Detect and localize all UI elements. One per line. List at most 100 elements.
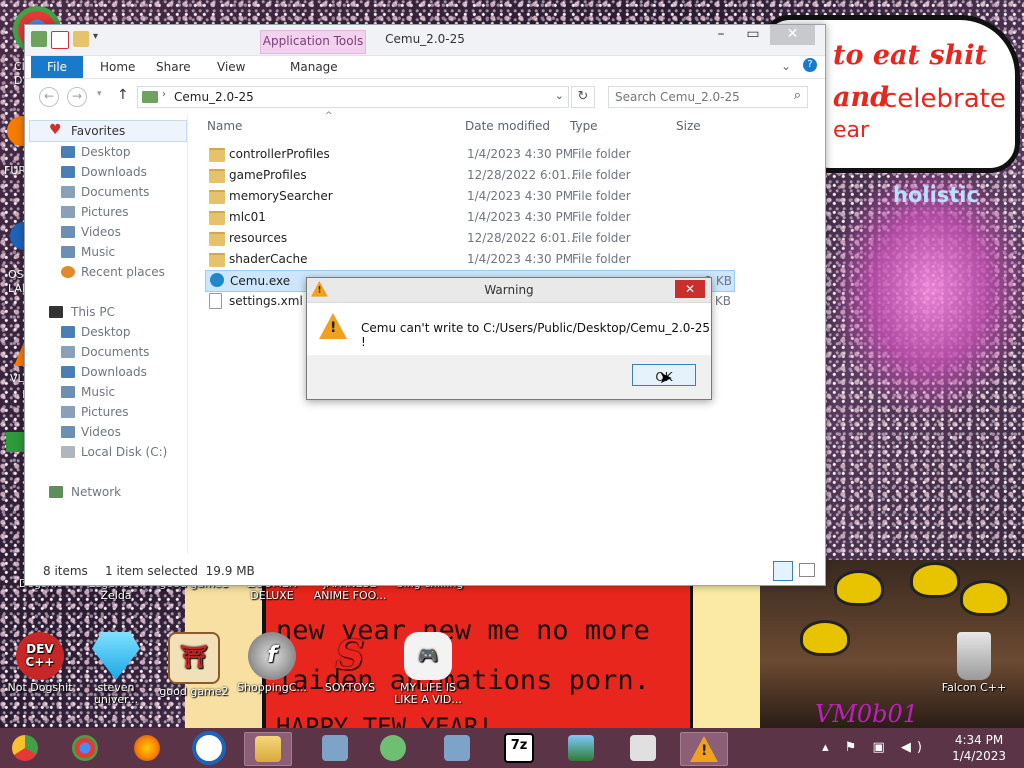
folder-icon [209, 148, 225, 162]
minimize-button[interactable]: – [705, 25, 737, 45]
table-row[interactable]: gameProfiles 12/28/2022 6:01... File folde… [205, 165, 733, 185]
forward-arrow-icon[interactable]: → [67, 87, 87, 107]
start-button[interactable] [2, 732, 48, 764]
taskbar-7zip[interactable]: 7z [496, 732, 542, 764]
gamepad-icon: 🎮 [404, 632, 452, 680]
search-box[interactable]: ⌕ [608, 86, 808, 108]
dialog-close-button[interactable]: ✕ [675, 280, 705, 298]
nav-fav-music[interactable]: Music [61, 245, 115, 259]
taskbar-chrome[interactable] [62, 732, 108, 764]
tab-share[interactable]: Share [156, 60, 191, 74]
desktop-icon [61, 146, 75, 158]
desktop-icon-good-game2[interactable]: ⛩ good game2 [158, 632, 230, 698]
start-icon [12, 735, 38, 761]
table-row[interactable]: shaderCache 1/4/2023 4:30 PM File folder [205, 249, 733, 269]
nav-pc-local-disk[interactable]: Local Disk (C:) [61, 445, 167, 459]
tab-manage[interactable]: Manage [290, 60, 338, 74]
documents-icon [61, 346, 75, 358]
maximize-button[interactable]: ▭ [737, 25, 769, 45]
nav-this-pc[interactable]: This PC [49, 305, 115, 319]
help-icon[interactable]: ? [803, 58, 817, 72]
table-row[interactable]: mlc01 1/4/2023 4:30 PM File folder [205, 207, 733, 227]
address-bar[interactable]: › Cemu_2.0-25 ⌄ [137, 86, 569, 108]
desktop-icon-falcon-cpp[interactable]: Falcon C++ [938, 632, 1010, 694]
taskbar-file-explorer[interactable] [244, 732, 292, 766]
tab-home[interactable]: Home [100, 60, 135, 74]
desktop-icon-soytoys[interactable]: S SOYTOYS [314, 632, 386, 694]
desktop-icon-shoppingc[interactable]: f ShoppingC... [236, 632, 308, 694]
dialog-body: Cemu can't write to C:/Users/Public/Desk… [307, 303, 711, 355]
search-input[interactable] [609, 87, 787, 107]
chevron-down-icon[interactable]: ⌄ [555, 89, 564, 102]
clock-time: 4:34 PM [954, 733, 1004, 747]
computer-icon [322, 735, 348, 761]
nav-pc-pictures[interactable]: Pictures [61, 405, 129, 419]
drive-icon [61, 446, 75, 458]
pictures-icon [61, 206, 75, 218]
details-view-icon[interactable] [773, 561, 793, 581]
dialog-titlebar[interactable]: Warning ✕ [307, 278, 711, 303]
ribbon-tabs: File Home Share View Manage ⌄ ? [25, 56, 825, 79]
recent-chevron-icon[interactable]: ▾ [97, 89, 102, 99]
folder-icon [209, 232, 225, 246]
taskbar-network-app[interactable] [312, 732, 358, 764]
table-row[interactable]: controllerProfiles 1/4/2023 4:30 PM File f… [205, 144, 733, 164]
tab-file[interactable]: File [31, 56, 83, 78]
table-row[interactable]: resources 12/28/2022 6:01... File folder [205, 228, 733, 248]
nav-fav-desktop[interactable]: Desktop [61, 145, 131, 159]
clock[interactable]: 4:34 PM 1/4/2023 [952, 732, 1006, 764]
chevron-down-icon[interactable]: ⌄ [781, 59, 791, 73]
window-titlebar[interactable]: ▾ Application Tools Cemu_2.0-25 – ▭ ✕ [25, 25, 825, 56]
system-tray[interactable]: ▴ ⚑ ▣ ◀) [822, 740, 928, 755]
nav-fav-downloads[interactable]: Downloads [61, 165, 147, 179]
search-icon[interactable]: ⌕ [794, 88, 801, 103]
warning-dialog[interactable]: Warning ✕ Cemu can't write to C:/Users/P… [306, 277, 712, 400]
s-logo-icon: S [335, 632, 365, 679]
nav-pc-downloads[interactable]: Downloads [61, 365, 147, 379]
nav-favorites[interactable]: ♥ Favorites [49, 122, 125, 138]
taskbar-firefox[interactable] [124, 732, 170, 764]
column-header-type[interactable]: Type [570, 119, 598, 133]
sort-arrow-icon: ^ [325, 111, 333, 121]
back-arrow-icon[interactable]: ← [39, 87, 59, 107]
torii-icon: ⛩ [168, 632, 220, 684]
taskbar-photos[interactable] [558, 732, 604, 764]
desktop-icon-steven-universe[interactable]: steven univer... [80, 632, 152, 706]
large-icons-view-icon[interactable] [799, 563, 815, 577]
taskbar-store[interactable] [620, 732, 666, 764]
pictures-icon [61, 406, 75, 418]
tab-view[interactable]: View [217, 60, 245, 74]
nav-fav-documents[interactable]: Documents [61, 185, 149, 199]
column-header-name[interactable]: Name [207, 119, 242, 133]
nav-pc-desktop[interactable]: Desktop [61, 325, 131, 339]
nav-pc-documents[interactable]: Documents [61, 345, 149, 359]
taskbar-remote-app[interactable] [434, 732, 480, 764]
desktop-icon-not-dogshit[interactable]: DEV C++ Not Dogshit [4, 632, 76, 694]
table-row[interactable]: memorySearcher 1/4/2023 4:30 PM File folde… [205, 186, 733, 206]
desktop-icon [61, 326, 75, 338]
nav-pc-videos[interactable]: Videos [61, 425, 121, 439]
green-plus-icon[interactable] [6, 432, 26, 452]
nav-fav-pictures[interactable]: Pictures [61, 205, 129, 219]
nav-network[interactable]: Network [49, 485, 121, 499]
dialog-title: Warning [484, 283, 534, 297]
nav-fav-videos[interactable]: Videos [61, 225, 121, 239]
close-button[interactable]: ✕ [770, 25, 815, 45]
taskbar-people-app[interactable] [370, 732, 416, 764]
speech-line-1: to eat shit [833, 40, 987, 71]
nav-pc-music[interactable]: Music [61, 385, 115, 399]
people-icon [380, 735, 406, 761]
column-header-date[interactable]: Date modified [465, 119, 550, 133]
taskbar: 7z ▴ ⚑ ▣ ◀) 4:34 PM 1/4/2023 [0, 728, 1024, 768]
network-icon [49, 486, 63, 498]
up-arrow-icon[interactable]: ↑ [117, 87, 129, 103]
taskbar-warning[interactable] [680, 732, 728, 766]
desktop-icon-my-life-is-like-a-video[interactable]: 🎮 MY LIFE IS LIKE A VID... [392, 632, 464, 706]
speech-line-3: ear [833, 118, 870, 143]
column-header-size[interactable]: Size [676, 119, 701, 133]
computer-icon [444, 735, 470, 761]
warning-icon [690, 736, 718, 762]
nav-fav-recent-places[interactable]: Recent places [61, 265, 165, 279]
refresh-button[interactable]: ↻ [571, 86, 595, 108]
taskbar-opera[interactable] [186, 731, 232, 765]
